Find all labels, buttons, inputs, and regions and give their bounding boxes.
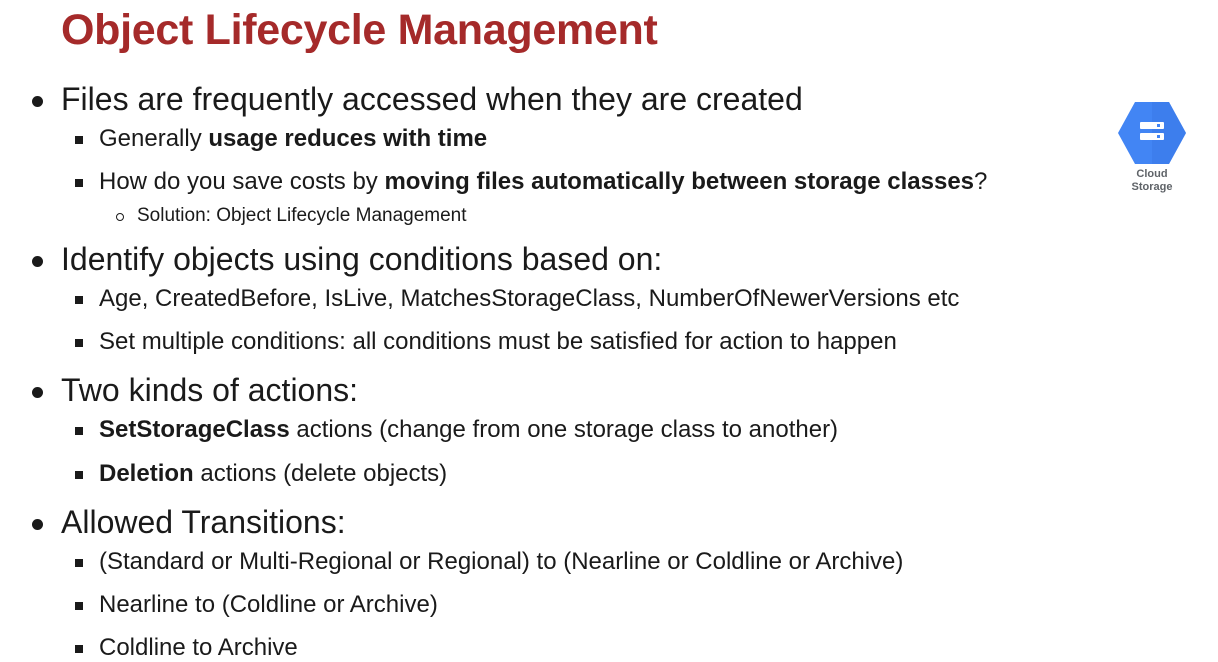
bullet-2: Identify objects using conditions based … bbox=[32, 241, 663, 278]
bullet-3-sub-1: SetStorageClass actions (change from one… bbox=[75, 416, 839, 444]
bullet-1-sub-2-child-text: Solution: Object Lifecycle Management bbox=[137, 205, 467, 226]
bullet-2-sub-1-text: Age, CreatedBefore, IsLive, MatchesStora… bbox=[99, 285, 960, 312]
sub-bullet-square bbox=[75, 645, 83, 653]
sub-bullet-square bbox=[75, 602, 83, 610]
bullet-4-sub-1: (Standard or Multi-Regional or Regional)… bbox=[75, 548, 904, 576]
bullet-dot bbox=[32, 387, 43, 398]
sub-bullet-square bbox=[75, 339, 83, 347]
sub-bullet-square bbox=[75, 427, 83, 435]
bullet-2-sub-2-text: Set multiple conditions: all conditions … bbox=[99, 328, 897, 355]
bullet-4: Allowed Transitions: bbox=[32, 504, 346, 541]
bullet-3-text: Two kinds of actions: bbox=[61, 372, 359, 408]
bullet-4-sub-3: Coldline to Archive bbox=[75, 634, 298, 662]
bullet-4-sub-2-text: Nearline to (Coldline or Archive) bbox=[99, 591, 438, 618]
bullet-1-sub-2-child: Solution: Object Lifecycle Management bbox=[116, 205, 467, 227]
bullet-2-sub-2: Set multiple conditions: all conditions … bbox=[75, 328, 897, 356]
sub-bullet-square bbox=[75, 136, 83, 144]
bullet-1-sub-2: How do you save costs by moving files au… bbox=[75, 168, 988, 196]
bullet-3-sub-2-post: actions (delete objects) bbox=[193, 460, 448, 487]
bullet-4-sub-2: Nearline to (Coldline or Archive) bbox=[75, 591, 438, 619]
sub-bullet-square bbox=[75, 559, 83, 567]
sub-bullet-square bbox=[75, 179, 83, 187]
bullet-3: Two kinds of actions: bbox=[32, 372, 359, 409]
bullet-1-sub-1-pre: Generally bbox=[99, 125, 209, 152]
slide: Object Lifecycle Management Cloud Storag… bbox=[0, 0, 1218, 662]
bullet-4-text: Allowed Transitions: bbox=[61, 504, 346, 540]
bullet-3-sub-2: Deletion actions (delete objects) bbox=[75, 460, 448, 488]
bullet-1-sub-2-bold: moving files automatically between stora… bbox=[384, 168, 975, 195]
bullet-3-sub-1-bold: SetStorageClass bbox=[99, 416, 290, 443]
bullet-3-sub-2-bold: Deletion bbox=[99, 460, 194, 487]
bullet-1-sub-2-post: ? bbox=[974, 168, 988, 195]
bullet-1-text: Files are frequently accessed when they … bbox=[61, 81, 803, 117]
bullet-3-sub-1-post: actions (change from one storage class t… bbox=[289, 416, 839, 443]
bullet-2-text: Identify objects using conditions based … bbox=[61, 241, 663, 277]
bullet-1-sub-2-pre: How do you save costs by bbox=[99, 168, 385, 195]
bullet-dot bbox=[32, 519, 43, 530]
bullet-1-sub-1: Generally usage reduces with time bbox=[75, 125, 488, 153]
sub-sub-bullet-ring bbox=[116, 213, 124, 221]
bullet-dot bbox=[32, 256, 43, 267]
sub-bullet-square bbox=[75, 296, 83, 304]
sub-bullet-square bbox=[75, 471, 83, 479]
bullet-list: Files are frequently accessed when they … bbox=[0, 0, 1218, 662]
bullet-1: Files are frequently accessed when they … bbox=[32, 81, 803, 118]
bullet-dot bbox=[32, 96, 43, 107]
bullet-4-sub-3-text: Coldline to Archive bbox=[99, 634, 298, 661]
bullet-1-sub-1-bold: usage reduces with time bbox=[208, 125, 488, 152]
bullet-2-sub-1: Age, CreatedBefore, IsLive, MatchesStora… bbox=[75, 285, 960, 313]
bullet-4-sub-1-text: (Standard or Multi-Regional or Regional)… bbox=[99, 548, 904, 575]
